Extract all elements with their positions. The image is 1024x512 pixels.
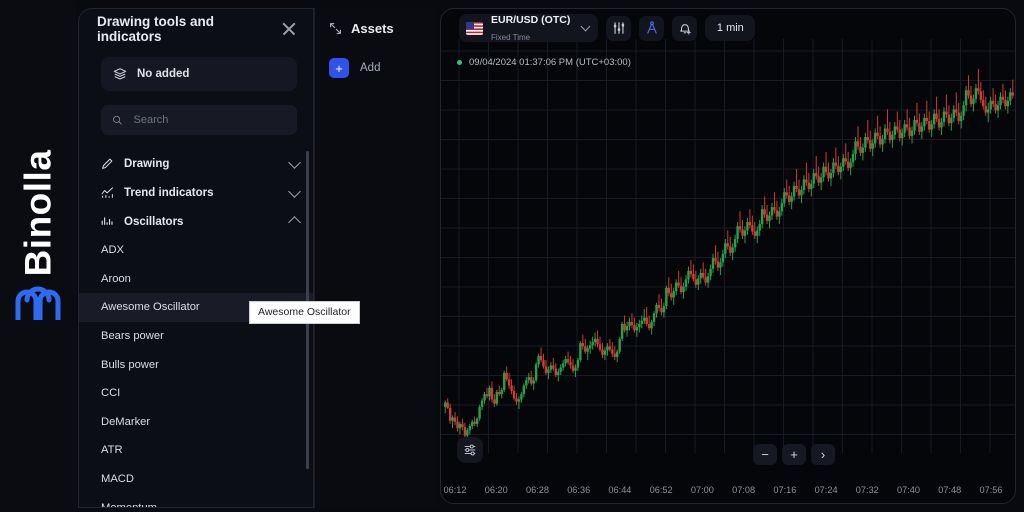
- time-axis-tick: 06:52: [649, 485, 673, 495]
- collapse-arrows-icon: [330, 22, 341, 34]
- chart-settings-icon: [613, 22, 625, 34]
- no-added-row[interactable]: No added: [101, 57, 297, 91]
- oscillator-bars-icon: [101, 217, 113, 225]
- group-oscillators[interactable]: Oscillators: [79, 207, 313, 236]
- zoom-controls: − + ›: [753, 444, 835, 465]
- assets-header: Assets: [315, 8, 438, 48]
- chart-toolbar: EUR/USD (OTC) Fixed Time 1 min: [441, 9, 1015, 47]
- scroll-forward-button[interactable]: ›: [811, 444, 835, 465]
- search-field[interactable]: [101, 105, 297, 135]
- time-axis-tick: 07:56: [979, 485, 1003, 495]
- chevron-down-icon[interactable]: [580, 21, 591, 32]
- group-label: Trend indicators: [124, 186, 214, 199]
- indicator-list: Drawing Trend indicators Oscillators ADX…: [79, 149, 313, 507]
- add-alert-button[interactable]: [672, 15, 698, 41]
- chart-timestamp: 09/04/2024 01:37:06 PM (UTC+03:00): [457, 57, 631, 68]
- group-trend-indicators[interactable]: Trend indicators: [79, 178, 313, 207]
- search-icon: [113, 115, 122, 125]
- add-label: Add: [360, 62, 381, 74]
- drawing-tools-panel: Drawing tools and indicators No added Se…: [78, 8, 314, 508]
- zoom-in-button[interactable]: +: [782, 444, 806, 465]
- time-axis-tick: 07:08: [732, 485, 756, 495]
- symbol-selector[interactable]: EUR/USD (OTC) Fixed Time: [459, 11, 599, 45]
- brand-rail: Binolla: [0, 0, 76, 512]
- chevron-down-icon[interactable]: [288, 155, 301, 169]
- time-axis-tick: 07:16: [773, 485, 797, 495]
- indicator-tooltip: Awesome Oscillator: [249, 301, 360, 324]
- time-axis-tick: 07:24: [814, 485, 838, 495]
- us-eu-flag-icon: [466, 21, 483, 35]
- live-status-dot: [457, 60, 462, 65]
- indicator-item-aroon[interactable]: Aroon: [79, 265, 313, 294]
- assets-panel: Assets + Add: [314, 8, 438, 508]
- group-label: Drawing: [124, 157, 170, 170]
- time-axis-tick: 06:44: [608, 485, 632, 495]
- time-axis-tick: 07:48: [938, 485, 962, 495]
- time-axis: 06:12 06:20 06:28 06:36 06:44 06:52 07:00 07:08…: [441, 477, 1015, 503]
- indicator-item-cci[interactable]: CCI: [79, 379, 313, 408]
- symbol-name: EUR/USD (OTC): [491, 14, 571, 27]
- sliders-icon: [464, 444, 476, 456]
- candlestick-plot[interactable]: [441, 9, 1016, 479]
- time-axis-tick: 06:36: [567, 485, 591, 495]
- binolla-m-mark-icon: [15, 286, 61, 320]
- time-axis-tick: 06:20: [484, 485, 508, 495]
- brand-wordmark: Binolla: [17, 149, 58, 277]
- tools-panel-header: Drawing tools and indicators: [79, 9, 313, 49]
- chevron-down-icon[interactable]: [288, 184, 301, 198]
- search-input[interactable]: [133, 114, 286, 126]
- indicator-item-macd[interactable]: MACD: [79, 465, 313, 494]
- indicator-item-bears-power[interactable]: Bears power: [79, 322, 313, 351]
- symbol-text: EUR/USD (OTC) Fixed Time: [491, 11, 570, 45]
- close-icon[interactable]: [278, 18, 299, 40]
- timeframe-selector[interactable]: 1 min: [705, 15, 756, 41]
- trend-chart-icon: [101, 187, 114, 198]
- indicator-item-momentum[interactable]: Momentum: [79, 493, 313, 507]
- zoom-out-button[interactable]: −: [753, 444, 777, 465]
- time-axis-tick: 07:32: [855, 485, 879, 495]
- time-axis-tick: 07:40: [897, 485, 921, 495]
- time-axis-tick: 07:00: [690, 485, 714, 495]
- indicator-item-bulls-power[interactable]: Bulls power: [79, 350, 313, 379]
- chart-settings-button[interactable]: [606, 15, 632, 41]
- assets-add-row[interactable]: + Add: [315, 58, 438, 78]
- symbol-subtitle: Fixed Time: [491, 33, 531, 42]
- time-axis-tick: 06:28: [525, 485, 549, 495]
- plus-icon[interactable]: +: [329, 58, 349, 78]
- assets-title: Assets: [351, 20, 394, 36]
- chevron-up-icon[interactable]: [288, 216, 301, 229]
- drawing-compass-icon: [647, 21, 657, 34]
- drawing-tool-button[interactable]: [639, 15, 665, 41]
- indicator-item-atr[interactable]: ATR: [79, 436, 313, 465]
- timestamp-text: 09/04/2024 01:37:06 PM (UTC+03:00): [469, 57, 631, 68]
- indicator-item-demarker[interactable]: DeMarker: [79, 408, 313, 437]
- app-root: Binolla Drawing tools and indicators No …: [0, 0, 1024, 512]
- alert-add-icon: [679, 24, 691, 35]
- no-added-label: No added: [137, 68, 190, 80]
- group-label: Oscillators: [124, 215, 184, 228]
- group-drawing[interactable]: Drawing: [79, 149, 313, 178]
- time-axis-tick: 06:12: [443, 485, 467, 495]
- layers-icon: [113, 68, 127, 80]
- indicator-item-adx[interactable]: ADX: [79, 236, 313, 265]
- pencil-icon: [102, 158, 113, 169]
- chart-settings-fab[interactable]: [457, 437, 483, 463]
- chart-panel: EUR/USD (OTC) Fixed Time 1 min 09/04/202…: [440, 8, 1016, 504]
- panel-title: Drawing tools and indicators: [97, 14, 215, 44]
